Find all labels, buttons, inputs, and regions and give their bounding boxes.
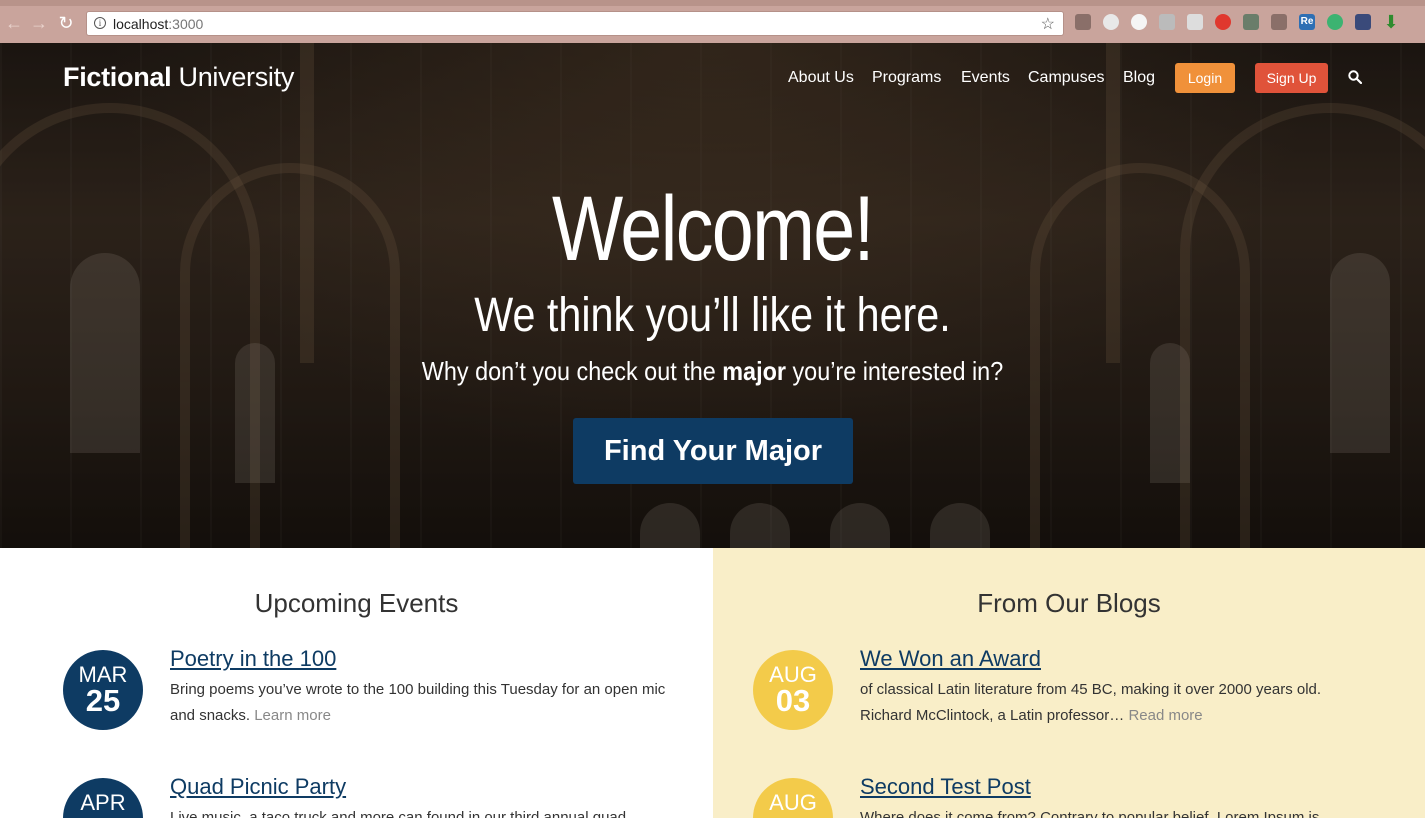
signup-button[interactable]: Sign Up xyxy=(1255,63,1328,93)
address-url: localhost:3000 xyxy=(113,16,204,32)
forward-button[interactable]: → xyxy=(28,12,50,34)
blog-title-link[interactable]: Second Test Post xyxy=(860,774,1031,800)
blog-month: AUG xyxy=(769,790,817,815)
search-icon[interactable] xyxy=(1348,70,1362,84)
blog-excerpt: of classical Latin literature from 45 BC… xyxy=(860,681,1322,724)
extension-opera-icon[interactable] xyxy=(1215,14,1231,30)
blogs-heading: From Our Blogs xyxy=(977,588,1161,618)
extension-circle-icon[interactable] xyxy=(1103,14,1119,30)
reload-button[interactable]: ↻ xyxy=(55,12,77,34)
site-header: Fictional University About Us Programs E… xyxy=(0,43,1425,113)
find-your-major-button[interactable]: Find Your Major xyxy=(573,418,853,484)
nav-events[interactable]: Events xyxy=(961,69,1010,87)
event-description: Bring poems you’ve wrote to the 100 buil… xyxy=(170,681,666,724)
blog-date-badge[interactable]: AUG xyxy=(753,778,833,818)
event-title-link[interactable]: Poetry in the 100 xyxy=(170,646,336,672)
extension-spy-icon[interactable] xyxy=(1271,14,1287,30)
event-title-link[interactable]: Quad Picnic Party xyxy=(170,774,346,800)
blog-date-badge[interactable]: AUG 03 xyxy=(753,650,833,730)
event-description: Live music, a taco truck and more can fo… xyxy=(170,809,627,818)
learn-more-link[interactable]: Learn more xyxy=(254,707,331,724)
blog-title-link[interactable]: We Won an Award xyxy=(860,646,1041,672)
hero-tagline: Why don’t you check out the major you’re… xyxy=(421,356,1004,386)
nav-campuses[interactable]: Campuses xyxy=(1028,69,1104,87)
address-bar[interactable]: i localhost:3000 ☆ xyxy=(86,11,1064,36)
blog-month: AUG xyxy=(769,662,817,687)
extension-eyedropper-icon[interactable] xyxy=(1075,14,1091,30)
upcoming-events-section: Upcoming Events MAR 25 Poetry in the 100… xyxy=(0,548,713,818)
extension-green-icon[interactable] xyxy=(1327,14,1343,30)
event-month: APR xyxy=(80,790,126,815)
event-date-badge[interactable]: APR xyxy=(63,778,143,818)
read-more-link[interactable]: Read more xyxy=(1128,707,1202,724)
blog-day: 03 xyxy=(775,683,811,718)
extension-square-icon[interactable] xyxy=(1355,14,1371,30)
site-info-icon[interactable]: i xyxy=(94,17,106,29)
hero-subtitle: We think you’ll like it here. xyxy=(474,289,951,342)
nav-blog[interactable]: Blog xyxy=(1123,69,1155,87)
event-day: 25 xyxy=(85,683,121,718)
event-month: MAR xyxy=(78,662,128,687)
hero-title: Welcome! xyxy=(552,178,875,280)
extension-evernote-icon[interactable] xyxy=(1243,14,1259,30)
logo-bold-text: Fictional xyxy=(63,62,172,92)
blog-excerpt: Where does it come from? Contrary to pop… xyxy=(860,809,1320,818)
extension-page-icon[interactable] xyxy=(1187,14,1203,30)
extension-re-icon[interactable]: Re xyxy=(1299,14,1315,30)
extension-video-icon[interactable] xyxy=(1159,14,1175,30)
extension-clock-icon[interactable] xyxy=(1131,14,1147,30)
browser-toolbar: ← → ↻ i localhost:3000 ☆ Re ⬇ xyxy=(0,0,1425,43)
nav-programs[interactable]: Programs xyxy=(872,69,941,87)
logo-light-text: University xyxy=(178,62,295,92)
hero-banner: Fictional University About Us Programs E… xyxy=(0,43,1425,548)
event-date-badge[interactable]: MAR 25 xyxy=(63,650,143,730)
login-button[interactable]: Login xyxy=(1175,63,1235,93)
bookmark-star-icon[interactable]: ☆ xyxy=(1041,14,1055,34)
blogs-section: From Our Blogs AUG 03 We Won an Award of… xyxy=(713,548,1425,818)
download-arrow-icon[interactable]: ⬇ xyxy=(1383,13,1399,31)
site-logo[interactable]: Fictional University xyxy=(63,62,294,93)
back-button[interactable]: ← xyxy=(3,12,25,34)
nav-about-us[interactable]: About Us xyxy=(788,69,854,87)
tab-strip xyxy=(0,0,1425,6)
events-heading: Upcoming Events xyxy=(254,588,459,618)
